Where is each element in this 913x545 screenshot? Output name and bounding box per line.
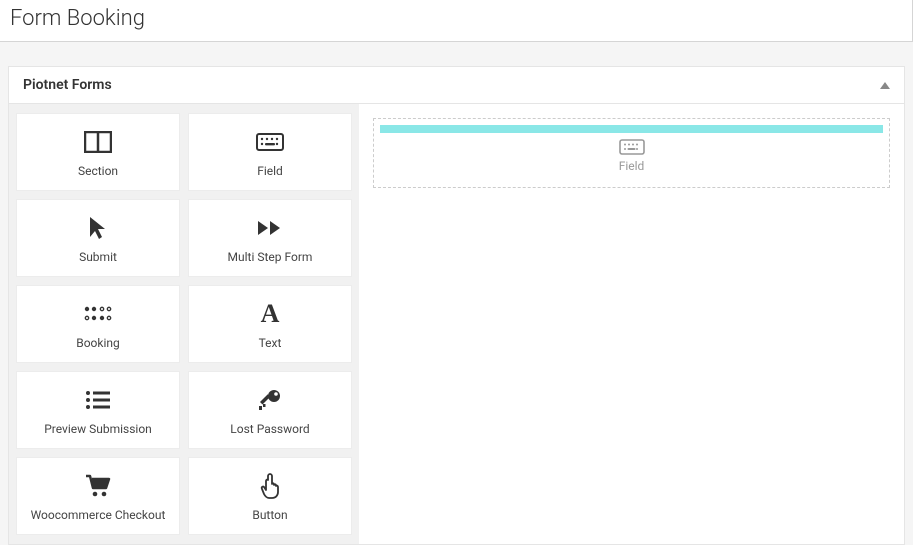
- widget-label: Button: [252, 508, 287, 522]
- panel-body: Section Field Submit Multi Step Form: [9, 104, 904, 544]
- text-icon: A: [261, 298, 280, 330]
- collapse-arrow-icon: [880, 82, 890, 89]
- widget-grid: Section Field Submit Multi Step Form: [9, 104, 359, 544]
- widget-section[interactable]: Section: [17, 114, 179, 190]
- widget-button[interactable]: Button: [189, 458, 351, 534]
- widget-label: Submit: [79, 250, 117, 264]
- insertion-highlight: [380, 125, 883, 133]
- widget-booking[interactable]: Booking: [17, 286, 179, 362]
- panel-header-label: Piotnet Forms: [23, 77, 112, 93]
- page-title: Form Booking: [0, 0, 913, 42]
- hand-pointer-icon: [259, 470, 281, 502]
- keyboard-icon: [256, 126, 284, 158]
- widget-multistep[interactable]: Multi Step Form: [189, 200, 351, 276]
- widget-text[interactable]: A Text: [189, 286, 351, 362]
- widget-submit[interactable]: Submit: [17, 200, 179, 276]
- panel-header[interactable]: Piotnet Forms: [9, 67, 904, 104]
- widget-label: Booking: [76, 336, 120, 350]
- drop-zone[interactable]: Field: [373, 118, 890, 188]
- widget-preview-submission[interactable]: Preview Submission: [17, 372, 179, 448]
- widget-label: Section: [78, 164, 118, 178]
- widget-label: Multi Step Form: [228, 250, 313, 264]
- list-icon: [85, 384, 111, 416]
- widget-woocommerce-checkout[interactable]: Woocommerce Checkout: [17, 458, 179, 534]
- widget-field[interactable]: Field: [189, 114, 351, 190]
- key-icon: [257, 384, 283, 416]
- braille-icon: [83, 298, 113, 330]
- widget-label: Woocommerce Checkout: [31, 508, 166, 522]
- form-canvas[interactable]: Field: [359, 104, 904, 544]
- widget-label: Field: [257, 164, 283, 178]
- cursor-icon: [87, 212, 109, 244]
- widget-label: Preview Submission: [44, 422, 152, 436]
- keyboard-icon: [380, 139, 883, 155]
- widget-label: Lost Password: [230, 422, 309, 436]
- section-icon: [84, 126, 112, 158]
- placeholder-label: Field: [380, 159, 883, 173]
- widget-label: Text: [259, 336, 282, 350]
- field-placeholder[interactable]: Field: [380, 139, 883, 179]
- widget-lost-password[interactable]: Lost Password: [189, 372, 351, 448]
- piotnet-forms-panel: Piotnet Forms Section Field Submit: [8, 66, 905, 545]
- forward-icon: [256, 212, 284, 244]
- cart-icon: [84, 470, 112, 502]
